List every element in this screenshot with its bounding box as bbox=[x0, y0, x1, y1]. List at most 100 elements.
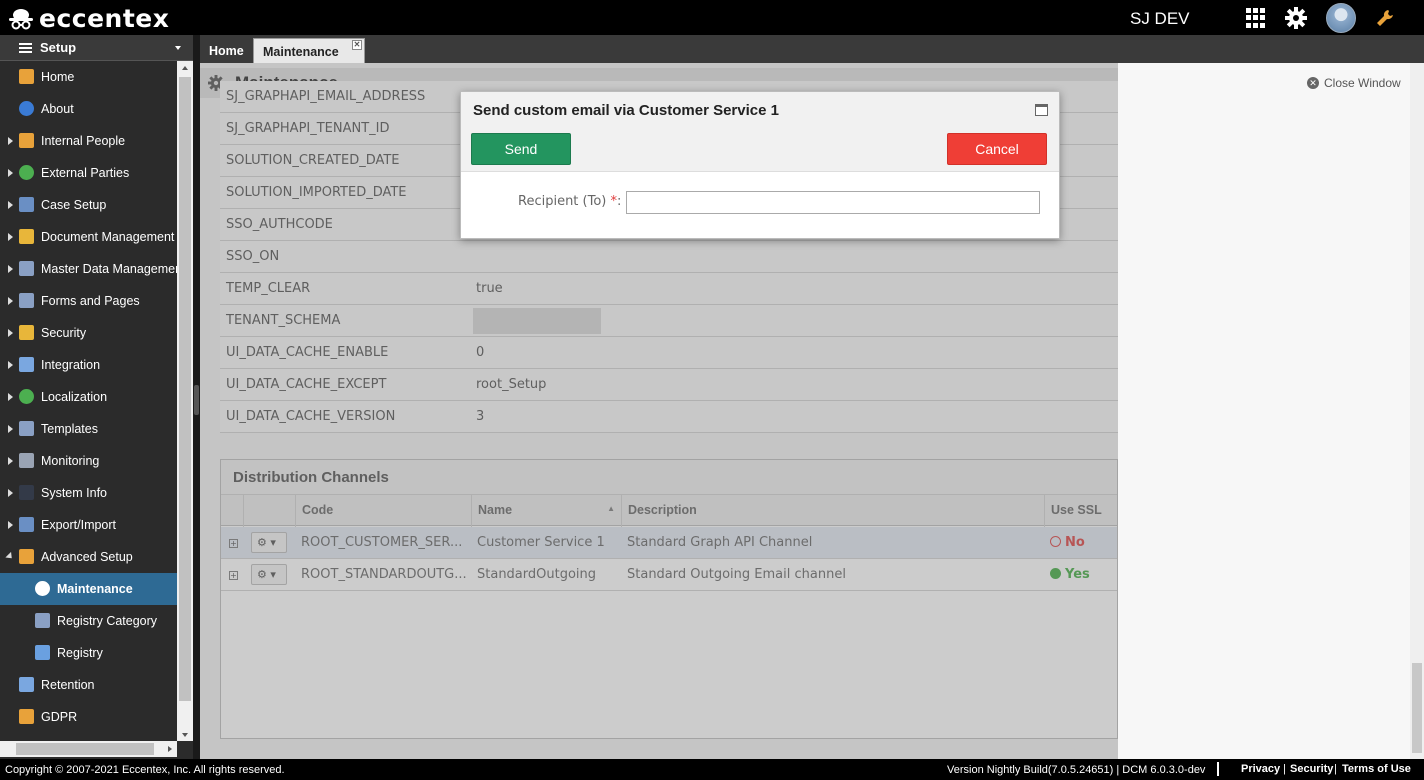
sidebar-item-external-parties[interactable]: External Parties bbox=[0, 157, 177, 189]
scrollbar-thumb[interactable] bbox=[1412, 663, 1422, 753]
close-circle-icon: ✕ bbox=[1307, 77, 1319, 89]
caret-down-icon[interactable] bbox=[175, 46, 181, 50]
apps-grid-icon[interactable] bbox=[1246, 8, 1266, 28]
sidebar-item-case-setup[interactable]: Case Setup bbox=[0, 189, 177, 221]
logo[interactable]: eccentex bbox=[8, 3, 170, 33]
spy-hat-icon bbox=[9, 9, 33, 30]
settings-gear-icon[interactable] bbox=[1285, 7, 1307, 33]
sidebar-item-advanced-setup[interactable]: Advanced Setup bbox=[0, 541, 177, 573]
expand-arrow-icon[interactable] bbox=[8, 169, 13, 177]
table-icon bbox=[35, 613, 50, 628]
recipient-label-text: Recipient (To) bbox=[518, 194, 607, 209]
sidebar-item-registry[interactable]: Registry bbox=[0, 637, 177, 669]
expand-arrow-icon[interactable] bbox=[8, 297, 13, 305]
user-avatar[interactable] bbox=[1326, 3, 1356, 33]
expand-arrow-icon[interactable] bbox=[8, 265, 13, 273]
send-button[interactable]: Send bbox=[471, 133, 571, 165]
sidebar-splitter[interactable] bbox=[193, 35, 200, 759]
scroll-up-arrow-icon[interactable] bbox=[182, 66, 188, 70]
sidebar-item-export-import[interactable]: Export/Import bbox=[0, 509, 177, 541]
sidebar-item-label: Templates bbox=[41, 422, 98, 436]
scroll-down-arrow-icon[interactable] bbox=[182, 733, 188, 737]
recipient-input[interactable] bbox=[626, 191, 1040, 214]
sidebar-item-label: Localization bbox=[41, 390, 108, 404]
expanded-arrow-icon[interactable] bbox=[5, 551, 15, 562]
sidebar-horizontal-scrollbar[interactable] bbox=[0, 741, 177, 757]
sidebar-item-master-data-management[interactable]: Master Data Management bbox=[0, 253, 177, 285]
sidebar-item-gdpr[interactable]: GDPR bbox=[0, 701, 177, 731]
expand-arrow-icon[interactable] bbox=[8, 329, 13, 337]
maximize-icon[interactable] bbox=[1035, 104, 1048, 116]
home-icon bbox=[19, 69, 34, 84]
pencil-icon bbox=[19, 709, 34, 724]
expand-arrow-icon[interactable] bbox=[8, 137, 13, 145]
expand-arrow-icon[interactable] bbox=[8, 457, 13, 465]
terms-link[interactable]: Terms of Use bbox=[1342, 763, 1411, 775]
footer: Copyright © 2007-2021 Eccentex, Inc. All… bbox=[0, 759, 1424, 780]
expand-arrow-icon[interactable] bbox=[8, 201, 13, 209]
setup-menu-header[interactable]: Setup bbox=[0, 35, 193, 61]
scrollbar-thumb[interactable] bbox=[179, 77, 191, 701]
tab-home[interactable]: Home bbox=[200, 38, 253, 63]
sidebar-item-label: About bbox=[41, 102, 74, 116]
content-vertical-scrollbar[interactable] bbox=[1410, 63, 1424, 759]
wrench-icon[interactable] bbox=[1375, 8, 1395, 32]
sidebar-item-label: Monitoring bbox=[41, 454, 100, 468]
sidebar-item-internal-people[interactable]: Internal People bbox=[0, 125, 177, 157]
sidebar-item-templates[interactable]: Templates bbox=[0, 413, 177, 445]
setup-label: Setup bbox=[40, 40, 77, 55]
scrollbar-thumb[interactable] bbox=[16, 743, 154, 755]
sidebar-item-label: Document Management bbox=[41, 230, 175, 244]
sidebar-item-document-management[interactable]: Document Management bbox=[0, 221, 177, 253]
recipient-label: Recipient (To) *: bbox=[518, 194, 621, 209]
send-email-dialog: Send custom email via Customer Service 1… bbox=[460, 91, 1060, 239]
sidebar-item-label: Export/Import bbox=[41, 518, 117, 532]
sidebar-item-home[interactable]: Home bbox=[0, 61, 177, 93]
sidebar-item-security[interactable]: Security bbox=[0, 317, 177, 349]
logo-text: eccentex bbox=[39, 3, 170, 33]
scroll-right-arrow-icon[interactable] bbox=[168, 746, 172, 752]
expand-arrow-icon[interactable] bbox=[8, 361, 13, 369]
globe-icon bbox=[19, 165, 34, 180]
sidebar-vertical-scrollbar[interactable] bbox=[177, 61, 193, 741]
close-window-button[interactable]: ✕ Close Window bbox=[1307, 76, 1401, 90]
sidebar-item-label: Retention bbox=[41, 678, 95, 692]
sidebar: Setup Home About Internal People External P… bbox=[0, 35, 193, 759]
user-name[interactable]: SJ DEV bbox=[1130, 9, 1190, 29]
hamburger-icon[interactable] bbox=[19, 43, 32, 53]
sidebar-item-localization[interactable]: Localization bbox=[0, 381, 177, 413]
privacy-link[interactable]: Privacy bbox=[1241, 763, 1280, 775]
dialog-title: Send custom email via Customer Service 1 bbox=[473, 102, 779, 119]
document-icon bbox=[19, 229, 34, 244]
sidebar-item-integration[interactable]: Integration bbox=[0, 349, 177, 381]
sidebar-item-label: Home bbox=[41, 70, 75, 84]
expand-arrow-icon[interactable] bbox=[8, 489, 13, 497]
expand-arrow-icon[interactable] bbox=[8, 425, 13, 433]
sidebar-item-forms-and-pages[interactable]: Forms and Pages bbox=[0, 285, 177, 317]
security-link[interactable]: Security bbox=[1290, 763, 1333, 775]
wrench-icon bbox=[19, 549, 34, 564]
code-icon bbox=[35, 645, 50, 660]
tab-bar: Home Maintenance ✕ bbox=[200, 35, 1424, 63]
expand-arrow-icon[interactable] bbox=[8, 521, 13, 529]
sidebar-item-label: Integration bbox=[41, 358, 101, 372]
sidebar-item-system-info[interactable]: System Info bbox=[0, 477, 177, 509]
collapse-handle[interactable] bbox=[194, 385, 199, 415]
cancel-button[interactable]: Cancel bbox=[947, 133, 1047, 165]
sidebar-item-label: Registry bbox=[57, 646, 103, 660]
tab-maintenance[interactable]: Maintenance ✕ bbox=[253, 38, 365, 63]
info-icon bbox=[19, 101, 34, 116]
sidebar-item-retention[interactable]: Retention bbox=[0, 669, 177, 701]
sidebar-item-label: Maintenance bbox=[57, 582, 133, 596]
sidebar-item-label: Internal People bbox=[41, 134, 126, 148]
close-tab-icon[interactable]: ✕ bbox=[352, 40, 362, 50]
expand-arrow-icon[interactable] bbox=[8, 233, 13, 241]
case-icon bbox=[19, 197, 34, 212]
sidebar-item-label: External Parties bbox=[41, 166, 130, 180]
sidebar-item-monitoring[interactable]: Monitoring bbox=[0, 445, 177, 477]
sidebar-item-registry-category[interactable]: Registry Category bbox=[0, 605, 177, 637]
version-info: Version Nightly Build(7.0.5.24651) | DCM… bbox=[947, 764, 1206, 776]
expand-arrow-icon[interactable] bbox=[8, 393, 13, 401]
sidebar-item-maintenance[interactable]: Maintenance bbox=[0, 573, 177, 605]
sidebar-item-about[interactable]: About bbox=[0, 93, 177, 125]
